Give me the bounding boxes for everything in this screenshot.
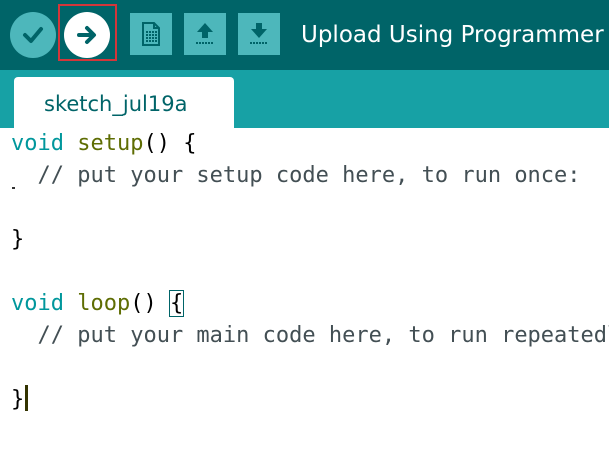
arrow-down-icon [250,23,267,44]
code-line-9: } [11,384,29,416]
arrow-up-icon [196,23,213,44]
matching-brace: { [168,290,185,317]
code-editor[interactable]: void setup() { // put your setup code he… [0,128,609,458]
save-button[interactable] [238,13,280,55]
new-sketch-icon [142,22,160,46]
code-line-6: void loop() { [11,288,185,320]
tab-bar: sketch_jul19a [0,70,609,128]
code-line-2: // put your setup code here, to run once… [11,163,581,188]
code-line-4: } [11,227,25,252]
code-keyword: void [11,131,64,156]
verify-button[interactable] [10,12,56,58]
code-text: } [11,387,25,412]
arrow-right-icon [77,26,96,44]
code-function-name: loop [77,291,131,316]
code-keyword: void [11,291,64,316]
tab-sketch[interactable]: sketch_jul19a [14,77,234,128]
text-caret [25,385,29,411]
upload-button[interactable] [64,12,110,58]
toolbar: Upload Using Programmer [0,0,609,70]
code-line-7: // put your main code here, to run repea… [11,323,609,348]
code-function-name: setup [77,131,144,156]
code-text: () { [143,131,197,156]
toolbar-status-text: Upload Using Programmer [301,22,604,48]
checkmark-icon [23,27,43,43]
gutter-mark [12,187,15,189]
new-sketch-button[interactable] [130,13,172,55]
code-text: () [130,291,170,316]
open-button[interactable] [184,13,226,55]
tab-label: sketch_jul19a [44,92,188,116]
code-line-1: void setup() { [11,128,196,160]
